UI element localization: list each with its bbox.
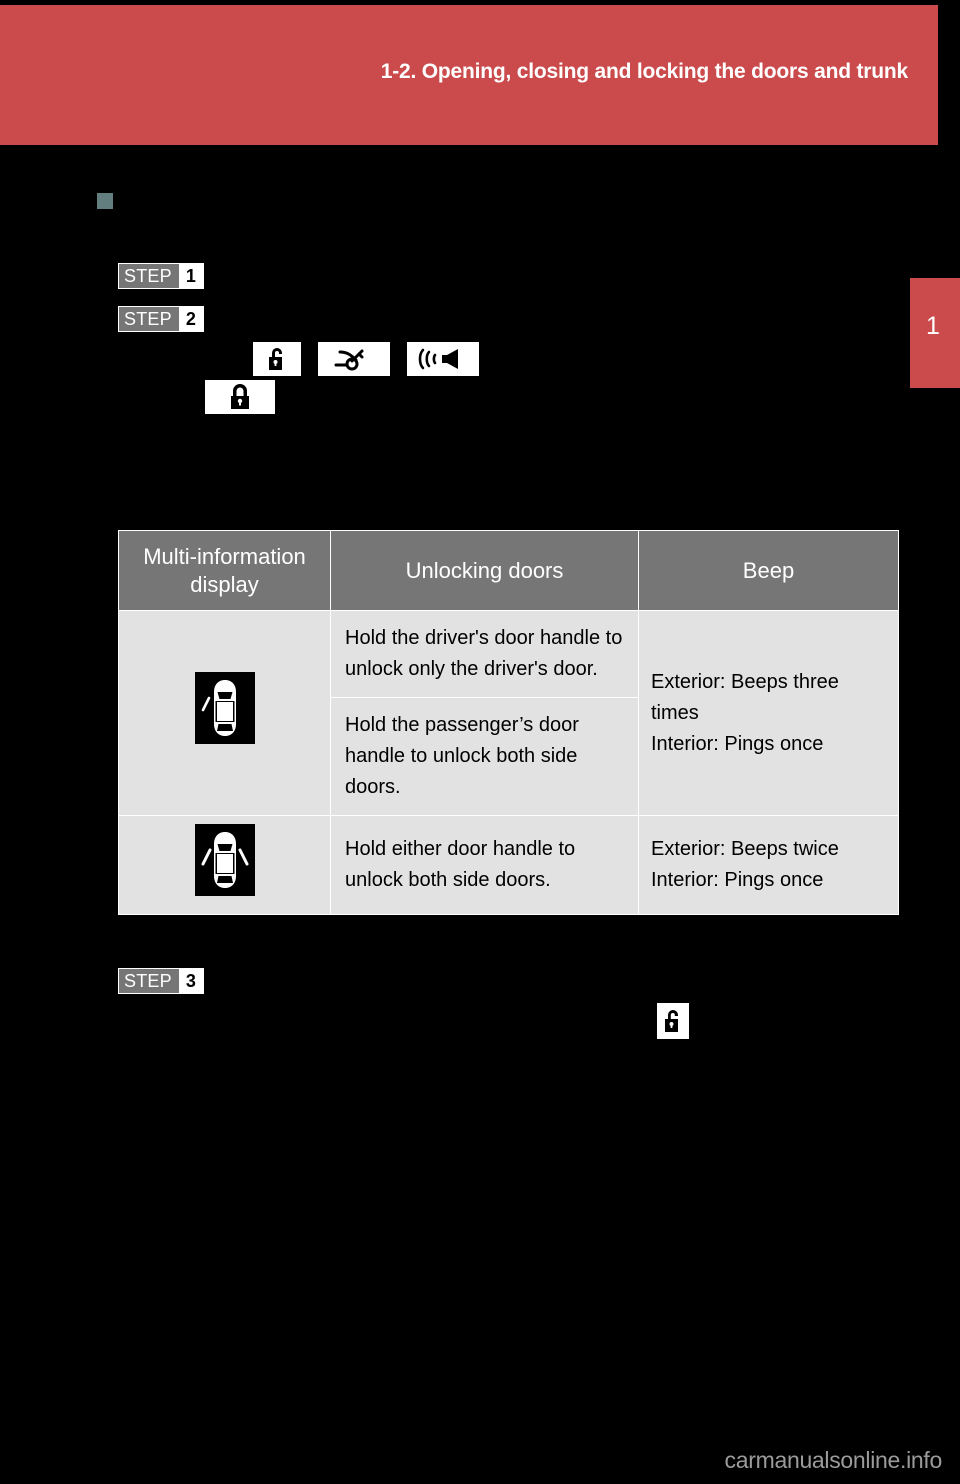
- page-header-band: 1-2. Opening, closing and locking the do…: [0, 5, 938, 145]
- beep-cell: Exterior: Beeps twice Interior: Pings on…: [638, 815, 899, 915]
- beep-line: Interior: Pings once: [651, 732, 824, 755]
- table-row: Hold either door handle to unlock both s…: [118, 815, 899, 915]
- column-header-multi-information-display: Multi-information display: [118, 530, 331, 611]
- car-both-doors-unlock-icon: [194, 824, 255, 896]
- manual-page: 1-2. Opening, closing and locking the do…: [0, 0, 960, 1484]
- chapter-tab-number: 1: [926, 312, 940, 340]
- unlock-icon: [657, 1003, 689, 1039]
- page-title: 1-2. Opening, closing and locking the do…: [380, 60, 908, 83]
- multi-information-display-cell: [118, 815, 331, 915]
- step-number: 3: [177, 969, 203, 993]
- step-badge-2: STEP 2: [118, 306, 204, 332]
- unlock-behavior-table: Multi-information display Unlocking door…: [118, 530, 899, 915]
- instruction-text: Hold the driver's door handle to unlock …: [330, 610, 639, 698]
- unlock-icon: [253, 342, 301, 376]
- step-label: STEP: [119, 307, 178, 331]
- section-bullet-icon: [97, 193, 113, 209]
- chapter-tab[interactable]: 1: [910, 278, 960, 388]
- lock-icon: [205, 380, 275, 414]
- step-number: 1: [177, 264, 203, 288]
- step-badge-1: STEP 1: [118, 263, 204, 289]
- beep-line: Interior: Pings once: [651, 869, 824, 891]
- column-header-beep: Beep: [638, 530, 899, 611]
- car-driver-door-unlock-icon: [194, 672, 255, 744]
- instruction-text: Hold either door handle to unlock both s…: [330, 815, 639, 915]
- step-badge-3: STEP 3: [118, 968, 204, 994]
- beep-line: Exterior: Beeps three times: [651, 670, 839, 724]
- beep-speaker-icon: [407, 342, 479, 376]
- column-header-unlocking-doors: Unlocking doors: [330, 530, 639, 611]
- table-header-row: Multi-information display Unlocking door…: [118, 530, 899, 611]
- step-label: STEP: [119, 969, 178, 993]
- step-number: 2: [177, 307, 203, 331]
- beep-line: Exterior: Beeps twice: [651, 838, 839, 860]
- key-icon: [318, 342, 390, 376]
- table-row: Hold the driver's door handle to unlock …: [118, 610, 899, 816]
- multi-information-display-cell: [118, 610, 331, 816]
- instruction-text: Hold the passenger’s door handle to unlo…: [330, 697, 639, 816]
- watermark: carmanualsonline.info: [724, 1447, 943, 1473]
- beep-cell: Exterior: Beeps three times Interior: Pi…: [638, 610, 899, 816]
- step-label: STEP: [119, 264, 178, 288]
